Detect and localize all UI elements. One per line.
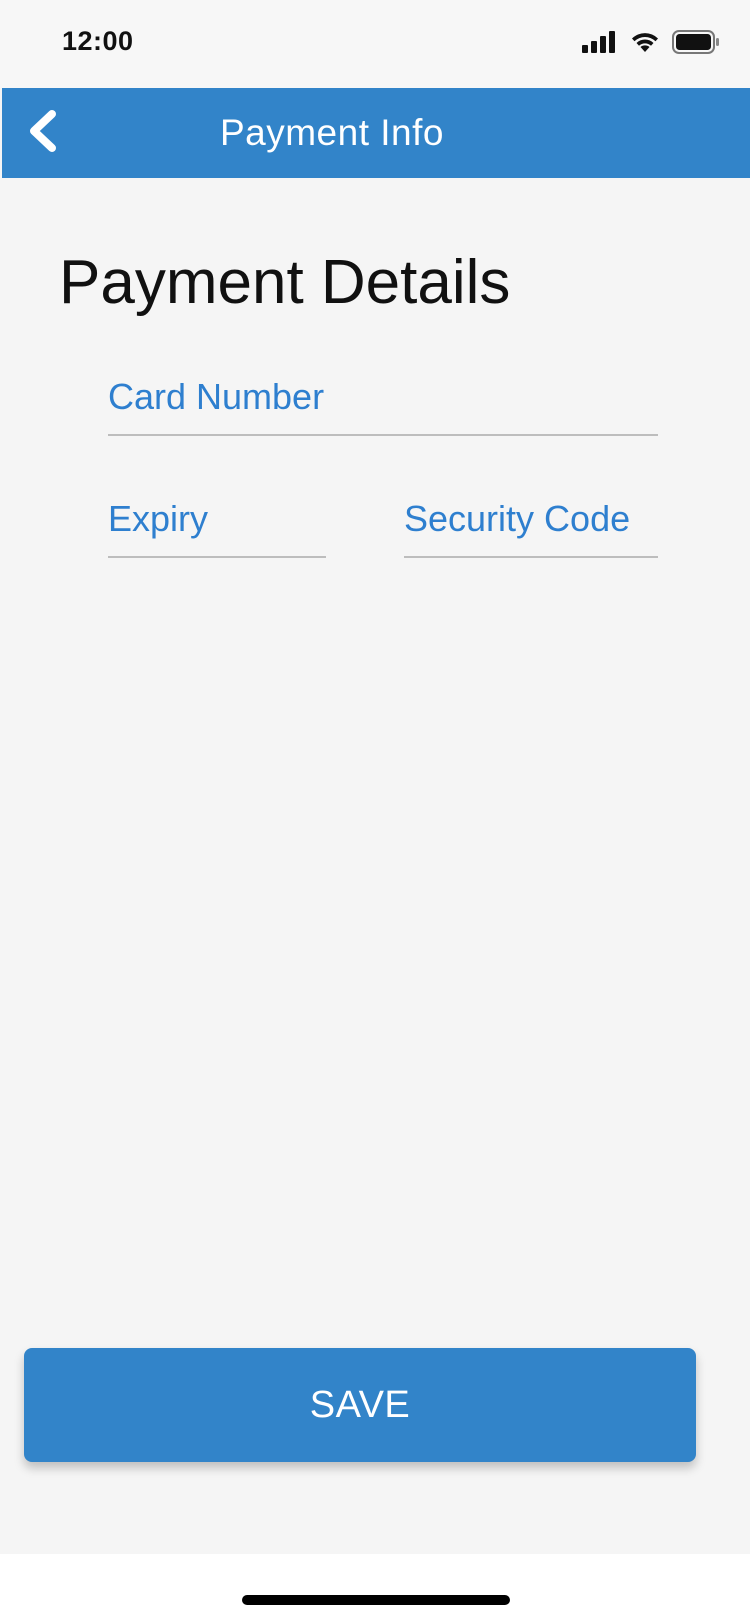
expiry-field (108, 494, 326, 558)
payment-screen: 12:00 Payment Info Payment Details Card … (0, 0, 750, 1624)
security-code-input[interactable] (404, 494, 658, 544)
security-code-field (404, 494, 658, 558)
card-number-field (108, 372, 658, 436)
cellular-signal-icon (582, 31, 618, 53)
battery-icon (672, 30, 720, 54)
app-bar: Payment Info (2, 88, 750, 178)
expiry-input[interactable] (108, 494, 326, 544)
app-bar-title: Payment Info (219, 112, 444, 153)
chevron-left-icon (26, 109, 60, 157)
home-area (0, 1554, 750, 1624)
status-icons (582, 30, 720, 54)
status-bar: 12:00 (0, 0, 750, 88)
status-time: 12:00 (62, 26, 134, 56)
home-indicator[interactable] (242, 1595, 510, 1605)
card-number-input[interactable] (108, 372, 658, 422)
back-button[interactable] (16, 106, 70, 160)
save-button[interactable]: SAVE (24, 1348, 696, 1462)
page-title: Payment Details (59, 248, 511, 317)
wifi-icon (630, 31, 660, 53)
